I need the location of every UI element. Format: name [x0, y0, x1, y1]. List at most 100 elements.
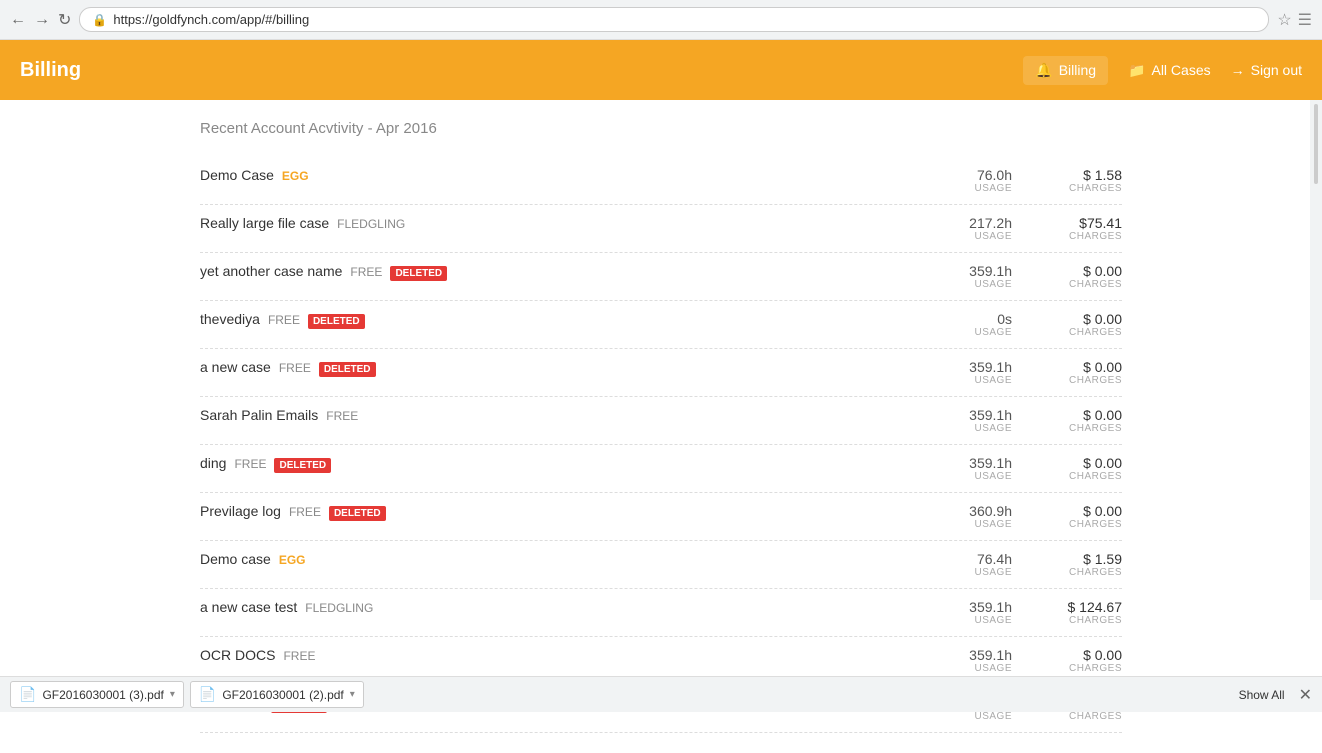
- billing-nav-link[interactable]: 🔔 Billing: [1023, 56, 1108, 85]
- back-button[interactable]: ←: [10, 11, 26, 29]
- usage-col: 359.1hUSAGE: [912, 647, 1012, 674]
- charges-col: $ 124.67CHARGES: [1022, 599, 1122, 626]
- browser-actions: ☆ ☰: [1277, 10, 1312, 30]
- charges-value: $ 1.58: [1083, 167, 1122, 183]
- charges-value: $ 0.00: [1083, 647, 1122, 663]
- billing-nav-icon: 🔔: [1035, 62, 1052, 79]
- charges-label: CHARGES: [1069, 327, 1122, 338]
- charges-label: CHARGES: [1069, 423, 1122, 434]
- usage-label: USAGE: [974, 519, 1012, 530]
- deleted-badge: DELETED: [308, 314, 365, 329]
- case-name-cell: yet another case nameFREEDELETED: [200, 263, 902, 281]
- charges-col: $ 0.00CHARGES: [1022, 647, 1122, 674]
- usage-value: 359.1h: [969, 647, 1012, 663]
- charges-col: $ 0.00CHARGES: [1022, 263, 1122, 290]
- charges-col: $ 0.00CHARGES: [1022, 503, 1122, 530]
- close-download-bar-button[interactable]: ✕: [1299, 685, 1312, 705]
- usage-col: 76.4hUSAGE: [912, 551, 1012, 578]
- all-cases-nav-link[interactable]: 📁 All Cases: [1128, 62, 1211, 79]
- usage-label: USAGE: [974, 567, 1012, 578]
- cases-list: Demo CaseEGG76.0hUSAGE$ 1.58CHARGESReall…: [200, 157, 1122, 733]
- table-row: a new case testFLEDGLING359.1hUSAGE$ 124…: [200, 589, 1122, 637]
- downloads-list: 📄GF2016030001 (3).pdf▾📄 GF2016030001 (2).…: [10, 681, 370, 708]
- charges-value: $ 0.00: [1083, 311, 1122, 327]
- table-row: a new caseFREEDELETED359.1hUSAGE$ 0.00CH…: [200, 349, 1122, 397]
- usage-col: 359.1hUSAGE: [912, 263, 1012, 290]
- case-name-cell: Really large file case FLEDGLING: [200, 215, 902, 231]
- case-tier-badge: FREE: [268, 313, 300, 327]
- charges-label: CHARGES: [1069, 183, 1122, 194]
- download-item[interactable]: 📄GF2016030001 (3).pdf▾: [10, 681, 184, 708]
- usage-col: 359.1hUSAGE: [912, 455, 1012, 482]
- download-file-icon: 📄: [19, 686, 36, 703]
- charges-col: $ 0.00CHARGES: [1022, 407, 1122, 434]
- charges-col: $ 1.58CHARGES: [1022, 167, 1122, 194]
- table-row: Sarah Palin Emails FREE 359.1hUSAGE $ 0.00C…: [200, 397, 1122, 445]
- charges-value: $ 0.00: [1083, 455, 1122, 471]
- case-name-cell: thevediya FREE DELETED: [200, 311, 902, 329]
- usage-value: 217.2h: [969, 215, 1012, 231]
- table-row: Demo CaseEGG76.0hUSAGE$ 1.58CHARGES: [200, 157, 1122, 205]
- deleted-badge: DELETED: [319, 362, 376, 377]
- download-dropdown-arrow[interactable]: ▾: [170, 689, 175, 700]
- charges-label: CHARGES: [1069, 471, 1122, 482]
- case-name: ding: [200, 455, 226, 471]
- usage-value: 359.1h: [969, 455, 1012, 471]
- usage-label: USAGE: [974, 711, 1012, 722]
- usage-value: 359.1h: [969, 407, 1012, 423]
- charges-label: CHARGES: [1069, 279, 1122, 290]
- charges-value: $ 1.59: [1083, 551, 1122, 567]
- case-name: Demo Case: [200, 167, 274, 183]
- show-all-button[interactable]: Show All: [1231, 684, 1293, 706]
- usage-label: USAGE: [974, 327, 1012, 338]
- case-tier-badge: EGG: [279, 553, 306, 567]
- usage-col: 76.0hUSAGE: [912, 167, 1012, 194]
- case-name: Really large file case: [200, 215, 329, 231]
- charges-value: $ 0.00: [1083, 263, 1122, 279]
- usage-col: 360.9hUSAGE: [912, 503, 1012, 530]
- usage-value: 0s: [997, 311, 1012, 327]
- usage-label: USAGE: [974, 471, 1012, 482]
- usage-value: 76.4h: [977, 551, 1012, 567]
- case-name: Sarah Palin Emails: [200, 407, 318, 423]
- sign-out-nav-link[interactable]: → Sign out: [1231, 62, 1302, 78]
- menu-icon[interactable]: ☰: [1298, 10, 1312, 30]
- case-name-cell: OCR DOCSFREE: [200, 647, 902, 663]
- case-tier-badge: FREE: [350, 265, 382, 279]
- charges-col: $ 0.00CHARGES: [1022, 311, 1122, 338]
- case-tier-badge: FLEDGLING: [305, 601, 373, 615]
- scrollbar-thumb[interactable]: [1314, 104, 1318, 184]
- forward-button[interactable]: →: [34, 11, 50, 29]
- table-row: thevediya FREE DELETED 0sUSAGE $ 0.00CHARGES: [200, 301, 1122, 349]
- usage-value: 359.1h: [969, 599, 1012, 615]
- charges-col: $75.41CHARGES: [1022, 215, 1122, 242]
- download-bar: 📄GF2016030001 (3).pdf▾📄 GF2016030001 (2).…: [0, 676, 1322, 712]
- scrollbar[interactable]: [1310, 100, 1322, 600]
- sign-out-nav-icon: →: [1231, 62, 1245, 78]
- case-tier-badge: FREE: [283, 649, 315, 663]
- download-item[interactable]: 📄GF2016030001 (2).pdf▾: [190, 681, 364, 708]
- all-cases-nav-icon: 📁: [1128, 62, 1145, 79]
- case-name: thevediya: [200, 311, 260, 327]
- usage-value: 76.0h: [977, 167, 1012, 183]
- case-tier-badge: FLEDGLING: [337, 217, 405, 231]
- usage-label: USAGE: [974, 423, 1012, 434]
- main-content: Recent Account Acvtivity - Apr 2016 Demo…: [0, 100, 1322, 753]
- usage-col: 359.1hUSAGE: [912, 407, 1012, 434]
- download-dropdown-arrow[interactable]: ▾: [350, 689, 355, 700]
- download-filename: GF2016030001 (2).pdf: [222, 688, 343, 702]
- case-name-cell: Sarah Palin Emails FREE: [200, 407, 902, 423]
- case-tier-badge: FREE: [326, 409, 358, 423]
- deleted-badge: DELETED: [274, 458, 331, 473]
- case-name-cell: Demo case EGG: [200, 551, 902, 567]
- charges-col: $ 0.00CHARGES: [1022, 359, 1122, 386]
- nav-title: Billing: [20, 59, 1023, 82]
- case-name: a new case test: [200, 599, 297, 615]
- url-bar[interactable]: 🔒 https://goldfynch.com/app/#/billing: [79, 7, 1269, 32]
- bookmark-icon[interactable]: ☆: [1277, 10, 1291, 30]
- case-name: a new case: [200, 359, 271, 375]
- lock-icon: 🔒: [92, 13, 107, 27]
- table-row: dingFREEDELETED359.1hUSAGE$ 0.00CHARGES: [200, 445, 1122, 493]
- case-name: Demo case: [200, 551, 271, 567]
- reload-button[interactable]: ↻: [58, 10, 71, 30]
